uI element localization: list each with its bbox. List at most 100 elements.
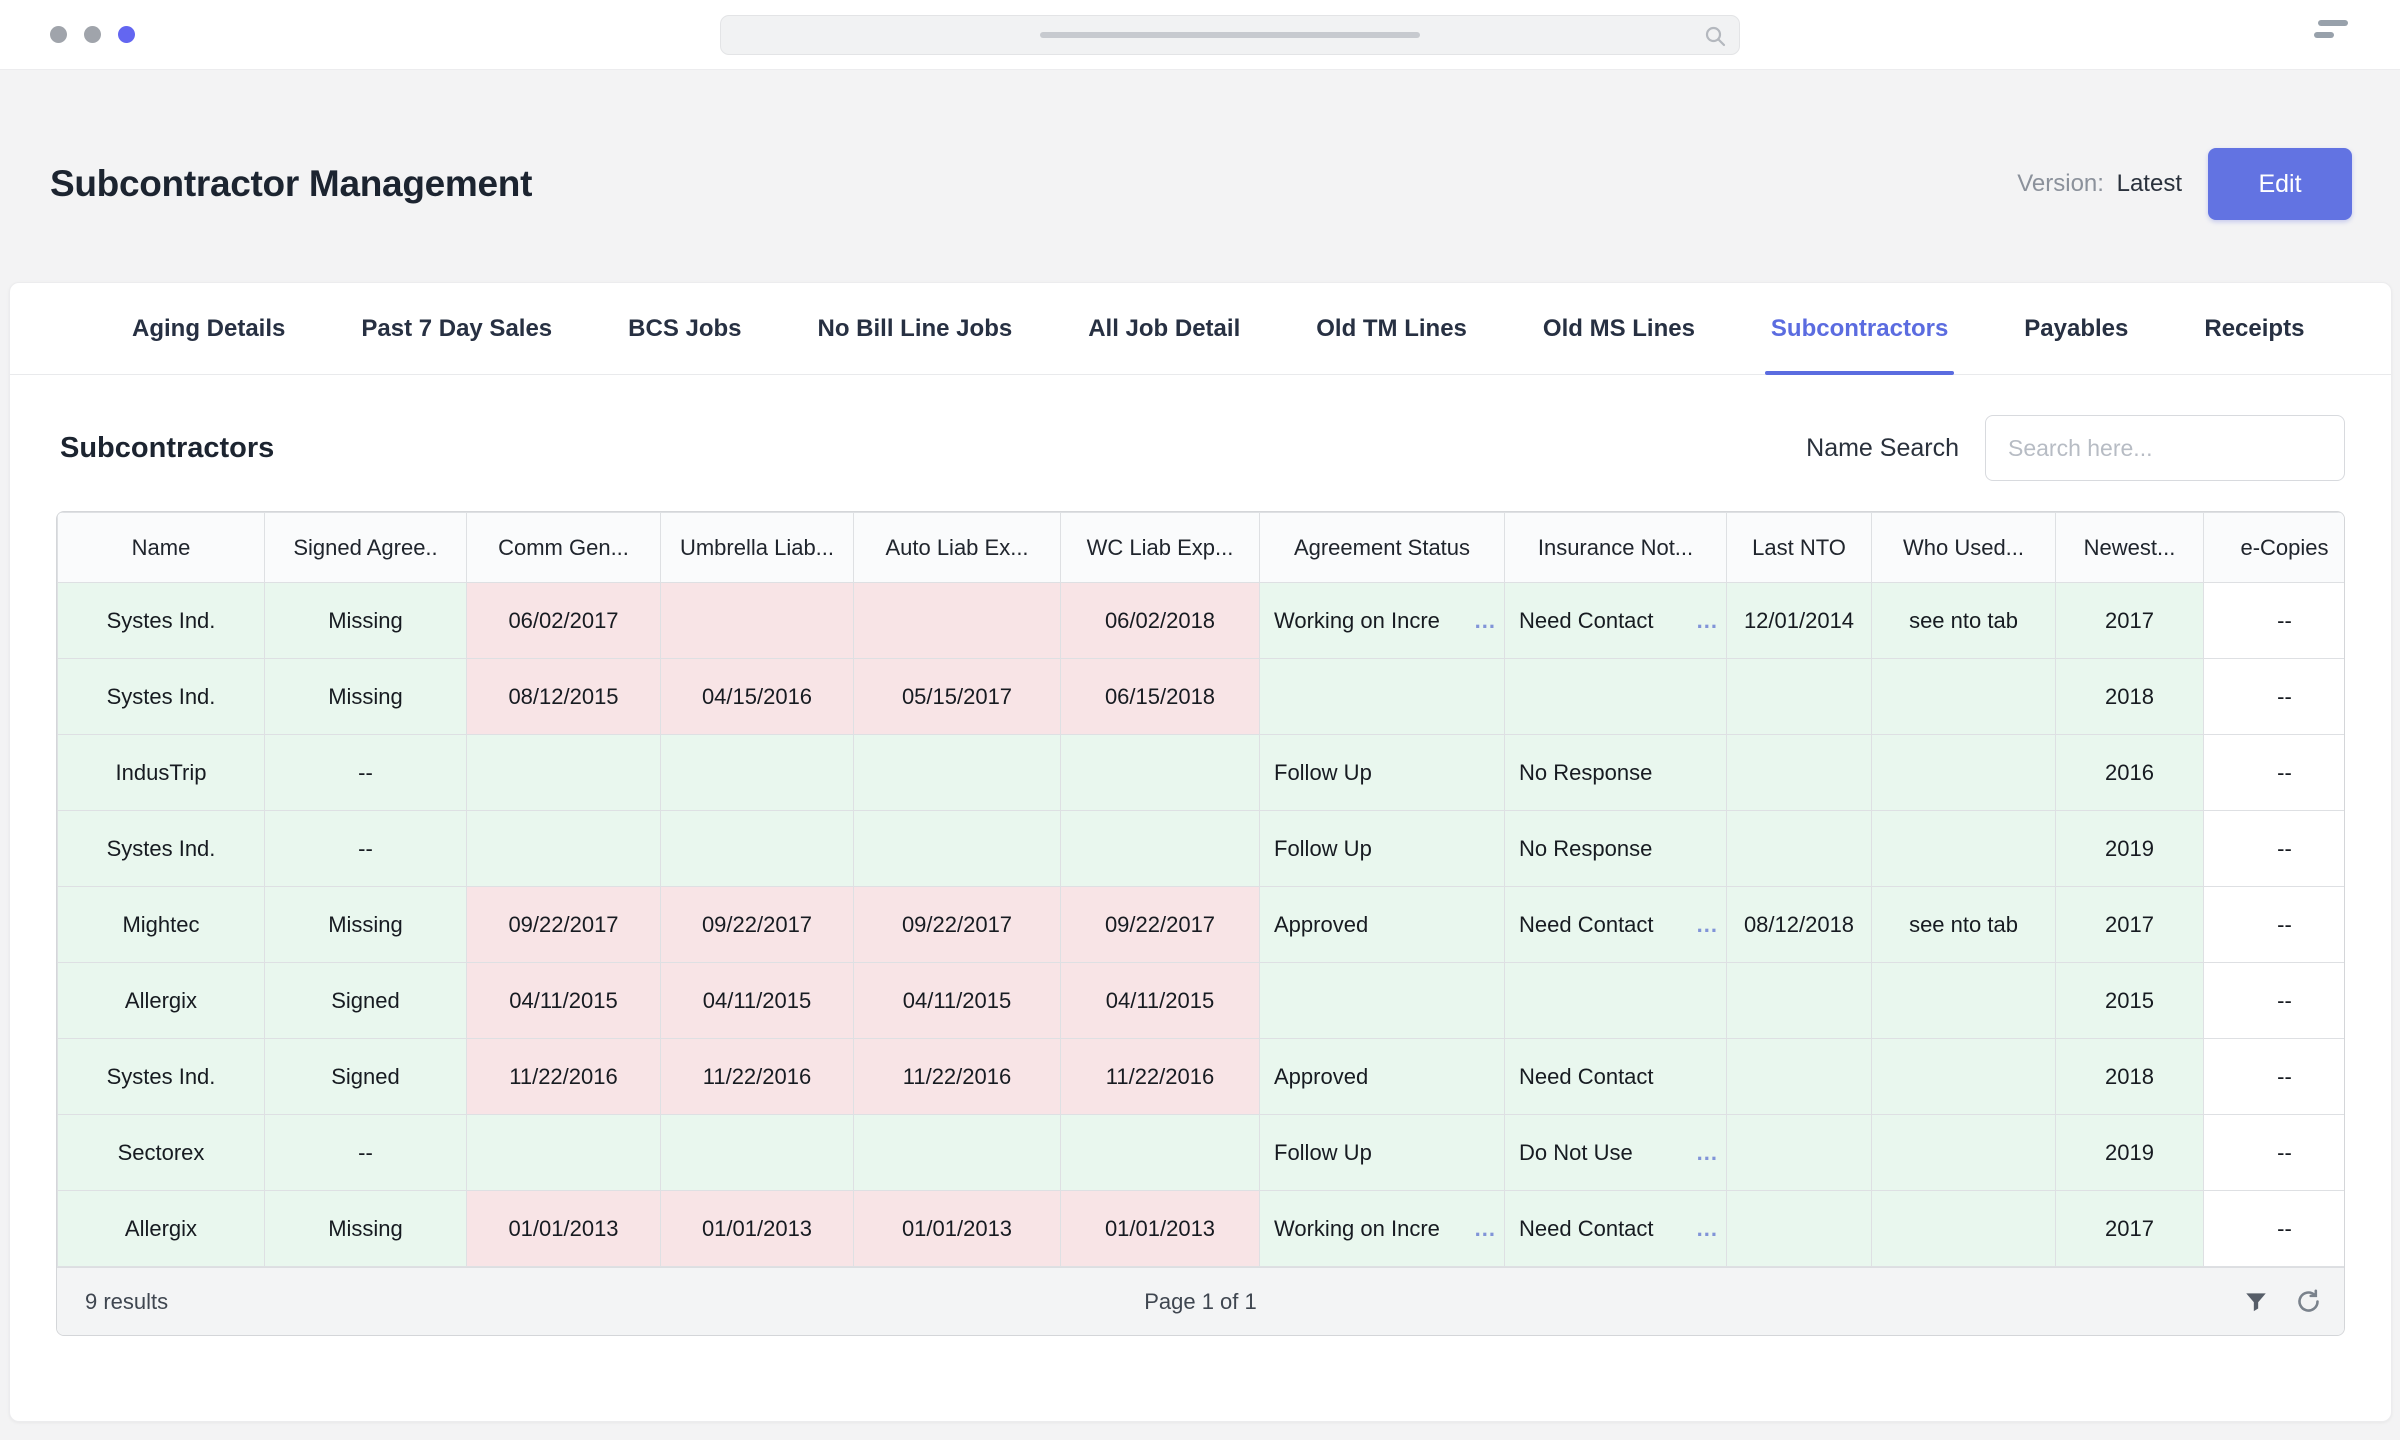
table-cell: Follow Up (1260, 1115, 1505, 1191)
data-grid: NameSigned Agree..Comm Gen...Umbrella Li… (57, 512, 2345, 1267)
table-row[interactable]: AllergixMissing01/01/201301/01/201301/01… (58, 1191, 2346, 1267)
table-cell: -- (2204, 1115, 2346, 1191)
table-cell (661, 811, 854, 887)
cell-more-button[interactable]: ... (1697, 608, 1718, 634)
browser-chrome (0, 0, 2400, 70)
edit-button[interactable]: Edit (2208, 148, 2352, 220)
table-cell (661, 735, 854, 811)
tab-bcs-jobs[interactable]: BCS Jobs (628, 283, 741, 374)
table-cell: 2015 (2056, 963, 2204, 1039)
column-header[interactable]: Signed Agree.. (265, 513, 467, 583)
section-title: Subcontractors (60, 432, 274, 465)
table-cell: see nto tab (1872, 887, 2056, 963)
table-cell: 09/22/2017 (661, 887, 854, 963)
table-cell: Need Contact (1505, 1039, 1727, 1115)
table-cell: Need Contact... (1505, 887, 1727, 963)
table-cell: Missing (265, 583, 467, 659)
tab-no-bill-line-jobs[interactable]: No Bill Line Jobs (818, 283, 1013, 374)
name-search-input[interactable] (1985, 415, 2345, 481)
table-cell: see nto tab (1872, 583, 2056, 659)
tab-receipts[interactable]: Receipts (2204, 283, 2304, 374)
table-row[interactable]: MightecMissing09/22/201709/22/201709/22/… (58, 887, 2346, 963)
header-row: NameSigned Agree..Comm Gen...Umbrella Li… (58, 513, 2346, 583)
column-header[interactable]: WC Liab Exp... (1061, 513, 1260, 583)
table-cell (1061, 811, 1260, 887)
cell-more-button[interactable]: ... (1697, 1140, 1718, 1166)
address-bar[interactable] (720, 15, 1740, 55)
table-cell (661, 1115, 854, 1191)
table-cell (1505, 963, 1727, 1039)
footer-icons (2243, 1288, 2322, 1315)
cell-more-button[interactable]: ... (1697, 912, 1718, 938)
table-cell (854, 1115, 1061, 1191)
name-search-group: Name Search (1806, 415, 2345, 481)
filter-icon[interactable] (2243, 1289, 2269, 1315)
column-header[interactable]: Name (58, 513, 265, 583)
table-cell: Systes Ind. (58, 583, 265, 659)
column-header[interactable]: Who Used... (1872, 513, 2056, 583)
table-cell (467, 735, 661, 811)
table-cell: 2016 (2056, 735, 2204, 811)
table-cell: Missing (265, 659, 467, 735)
column-header[interactable]: Umbrella Liab... (661, 513, 854, 583)
table-row[interactable]: Systes Ind.Missing06/02/201706/02/2018Wo… (58, 583, 2346, 659)
table-cell (1727, 1115, 1872, 1191)
table-cell: 11/22/2016 (1061, 1039, 1260, 1115)
table-cell (1872, 735, 2056, 811)
tab-all-job-detail[interactable]: All Job Detail (1088, 283, 1240, 374)
table-cell: 06/02/2018 (1061, 583, 1260, 659)
table-cell: 12/01/2014 (1727, 583, 1872, 659)
table-cell: No Response (1505, 811, 1727, 887)
table-row[interactable]: Systes Ind.--Follow UpNo Response2019-- (58, 811, 2346, 887)
window-dot-2[interactable] (84, 26, 101, 43)
browser-menu-icon[interactable] (2314, 20, 2348, 50)
table-row[interactable]: IndusTrip--Follow UpNo Response2016-- (58, 735, 2346, 811)
tab-subcontractors[interactable]: Subcontractors (1771, 283, 1948, 374)
column-header[interactable]: Agreement Status (1260, 513, 1505, 583)
table-cell (467, 1115, 661, 1191)
column-header[interactable]: Comm Gen... (467, 513, 661, 583)
table-row[interactable]: Sectorex--Follow UpDo Not Use...2019-- (58, 1115, 2346, 1191)
tab-old-ms-lines[interactable]: Old MS Lines (1543, 283, 1695, 374)
menu-bar-icon (2318, 20, 2348, 26)
tab-bar: Aging Details Past 7 Day Sales BCS Jobs No … (10, 283, 2391, 375)
table-cell (854, 583, 1061, 659)
column-header[interactable]: e-Copies (2204, 513, 2346, 583)
window-dot-active[interactable] (118, 26, 135, 43)
table-cell: Systes Ind. (58, 659, 265, 735)
column-header[interactable]: Last NTO (1727, 513, 1872, 583)
tab-old-tm-lines[interactable]: Old TM Lines (1316, 283, 1467, 374)
table-cell: 09/22/2017 (854, 887, 1061, 963)
refresh-icon[interactable] (2295, 1288, 2322, 1315)
column-header[interactable]: Insurance Not... (1505, 513, 1727, 583)
table-cell: 11/22/2016 (854, 1039, 1061, 1115)
table-cell (1260, 963, 1505, 1039)
table-cell: Missing (265, 887, 467, 963)
column-header[interactable]: Newest... (2056, 513, 2204, 583)
tab-payables[interactable]: Payables (2024, 283, 2128, 374)
table-row[interactable]: Systes Ind.Missing08/12/201504/15/201605… (58, 659, 2346, 735)
table-cell: 01/01/2013 (854, 1191, 1061, 1267)
tab-aging-details[interactable]: Aging Details (132, 283, 285, 374)
table-row[interactable]: Systes Ind.Signed11/22/201611/22/201611/… (58, 1039, 2346, 1115)
table-row[interactable]: AllergixSigned04/11/201504/11/201504/11/… (58, 963, 2346, 1039)
column-header[interactable]: Auto Liab Ex... (854, 513, 1061, 583)
table-cell: -- (2204, 735, 2346, 811)
cell-more-button[interactable]: ... (1697, 1216, 1718, 1242)
table-cell: Missing (265, 1191, 467, 1267)
cell-more-button[interactable]: ... (1475, 1216, 1496, 1242)
table-cell (1727, 735, 1872, 811)
search-icon (1703, 24, 1727, 48)
header-actions: Version: Latest Edit (2017, 148, 2352, 220)
window-dot-1[interactable] (50, 26, 67, 43)
version-text: Version: Latest (2017, 170, 2182, 198)
table-cell (1872, 659, 2056, 735)
cell-more-button[interactable]: ... (1475, 608, 1496, 634)
table-cell: Approved (1260, 1039, 1505, 1115)
tab-past-7-day-sales[interactable]: Past 7 Day Sales (361, 283, 552, 374)
table-cell: IndusTrip (58, 735, 265, 811)
table-cell (1061, 735, 1260, 811)
table-cell: 04/11/2015 (854, 963, 1061, 1039)
window-controls (50, 26, 135, 43)
table-cell (1727, 659, 1872, 735)
